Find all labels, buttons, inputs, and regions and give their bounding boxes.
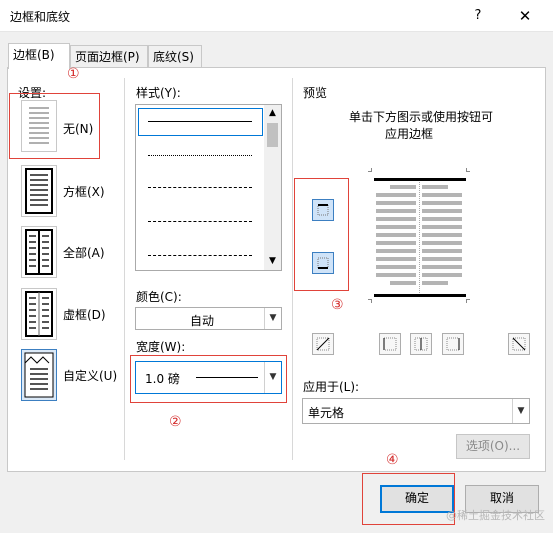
color-select[interactable]: 自动 ▼ xyxy=(135,307,282,330)
preview-corner xyxy=(466,299,470,303)
top-border-icon xyxy=(317,204,329,216)
watermark: @稀土掘金技术社区 xyxy=(446,509,545,522)
style-heading: 样式(Y): xyxy=(136,86,181,100)
diagonal-up-button[interactable] xyxy=(508,333,530,355)
line-style-selected[interactable] xyxy=(138,108,263,136)
line-style-dashed[interactable] xyxy=(148,187,252,188)
diagonal-up-icon xyxy=(512,337,526,351)
preview-hint-2: 应用边框 xyxy=(385,127,434,141)
apply-to-value: 单元格 xyxy=(308,406,345,420)
color-heading: 颜色(C): xyxy=(136,290,182,304)
setting-none-label: 无(N) xyxy=(63,122,94,136)
setting-all-label: 全部(A) xyxy=(63,246,105,260)
bottom-border-icon xyxy=(317,257,329,269)
setting-all[interactable]: 全部(A) xyxy=(17,226,117,280)
preview-heading: 预览 xyxy=(303,86,328,100)
custom-border-icon xyxy=(21,349,57,401)
line-style-scrollbar[interactable]: ▲ ▼ xyxy=(264,105,281,270)
grid-border-icon xyxy=(21,288,57,340)
width-value: 1.0 磅 xyxy=(145,372,180,386)
separator xyxy=(124,78,125,460)
preview-center-guide xyxy=(419,182,420,293)
width-select[interactable]: 1.0 磅 ▼ xyxy=(135,361,282,394)
box-border-icon xyxy=(21,165,57,217)
line-style-long-dashed[interactable] xyxy=(148,221,252,222)
annotation-2: ② xyxy=(169,414,182,430)
apply-to-heading: 应用于(L): xyxy=(303,380,360,394)
inside-vertical-border-button[interactable] xyxy=(410,333,432,355)
scroll-down-icon[interactable]: ▼ xyxy=(264,253,281,270)
right-border-button[interactable] xyxy=(442,333,464,355)
setting-grid[interactable]: 虚框(D) xyxy=(17,288,117,342)
chevron-down-icon[interactable]: ▼ xyxy=(264,308,281,329)
bottom-border-button[interactable] xyxy=(312,252,334,274)
setting-grid-label: 虚框(D) xyxy=(63,308,106,322)
diagonal-down-icon xyxy=(316,337,330,351)
setting-none[interactable]: 无(N) xyxy=(17,100,117,154)
separator xyxy=(292,78,293,460)
line-style-solid[interactable] xyxy=(148,121,252,122)
close-button[interactable]: ✕ xyxy=(512,4,538,28)
window-title: 边框和底纹 xyxy=(10,10,71,24)
setting-box[interactable]: 方框(X) xyxy=(17,165,117,219)
setting-custom-label: 自定义(U) xyxy=(63,369,118,383)
color-value: 自动 xyxy=(190,314,215,328)
width-line-sample xyxy=(196,377,258,378)
title-bar: 边框和底纹 ? ✕ xyxy=(0,0,553,32)
annotation-3: ③ xyxy=(331,297,344,313)
width-heading: 宽度(W): xyxy=(136,340,186,354)
chevron-down-icon[interactable]: ▼ xyxy=(264,362,281,393)
diagonal-down-button[interactable] xyxy=(312,333,334,355)
tab-page-borders[interactable]: 页面边框(P) xyxy=(70,45,148,69)
apply-to-select[interactable]: 单元格 ▼ xyxy=(302,398,530,424)
help-button[interactable]: ? xyxy=(466,4,490,28)
inside-vertical-border-icon xyxy=(414,337,428,351)
left-border-button[interactable] xyxy=(379,333,401,355)
line-style-dotted[interactable] xyxy=(148,155,252,156)
setting-box-label: 方框(X) xyxy=(63,185,105,199)
scroll-up-icon[interactable]: ▲ xyxy=(264,105,281,122)
ok-button[interactable]: 确定 xyxy=(380,485,454,513)
border-preview[interactable] xyxy=(368,168,470,303)
options-button[interactable]: 选项(O)... xyxy=(456,434,530,459)
setting-custom[interactable]: 自定义(U) xyxy=(17,349,122,403)
tab-borders[interactable]: 边框(B) xyxy=(8,43,70,69)
line-style-list[interactable]: ▲ ▼ xyxy=(135,104,282,271)
preview-corner xyxy=(466,168,470,172)
left-border-icon xyxy=(383,337,397,351)
preview-bottom-border xyxy=(374,294,466,297)
right-border-icon xyxy=(446,337,460,351)
no-border-icon xyxy=(21,100,57,152)
chevron-down-icon[interactable]: ▼ xyxy=(512,399,529,423)
preview-corner xyxy=(368,168,372,172)
preview-corner xyxy=(368,299,372,303)
top-border-button[interactable] xyxy=(312,199,334,221)
all-borders-icon xyxy=(21,226,57,278)
preview-hint-1: 单击下方图示或使用按钮可 xyxy=(349,110,494,124)
tab-shading[interactable]: 底纹(S) xyxy=(148,45,202,69)
preview-top-border xyxy=(374,178,466,181)
annotation-4: ④ xyxy=(386,452,399,468)
scroll-thumb[interactable] xyxy=(267,123,278,147)
line-style-dash-dot[interactable] xyxy=(148,255,252,256)
